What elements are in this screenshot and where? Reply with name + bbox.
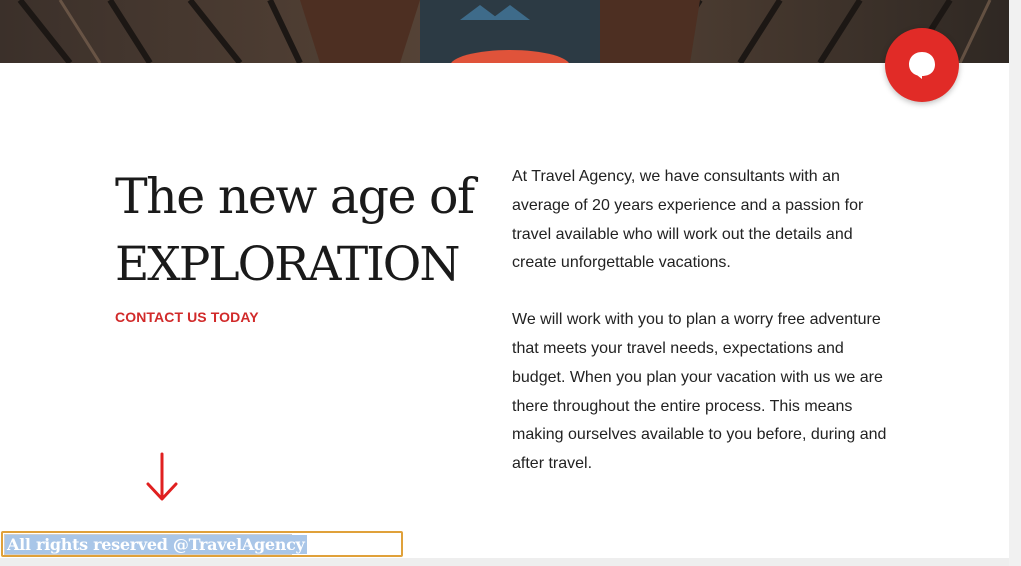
page-scrollbar[interactable] xyxy=(1009,0,1021,566)
intro-paragraph-1: At Travel Agency, we have consultants wi… xyxy=(512,168,864,272)
arrow-down-icon xyxy=(146,452,178,501)
footer: All rights reserved @TravelAgency xyxy=(1,531,403,557)
contact-us-link[interactable]: CONTACT US TODAY xyxy=(115,309,259,325)
page-bottom-edge xyxy=(0,558,1009,566)
chat-button[interactable] xyxy=(885,28,959,102)
chat-bubble-icon xyxy=(909,52,935,79)
intro-paragraph-2: We will work with you to plan a worry fr… xyxy=(512,311,887,473)
footer-copyright-text: All rights reserved @TravelAgency xyxy=(5,535,307,554)
headline-line-1: The new age of xyxy=(115,168,475,225)
hero-image xyxy=(0,0,1009,63)
page-headline: The new age of EXPLORATION xyxy=(115,166,475,302)
intro-copy: At Travel Agency, we have consultants wi… xyxy=(512,163,897,479)
headline-line-2: EXPLORATION xyxy=(115,237,460,292)
boats-photo xyxy=(0,0,1009,63)
